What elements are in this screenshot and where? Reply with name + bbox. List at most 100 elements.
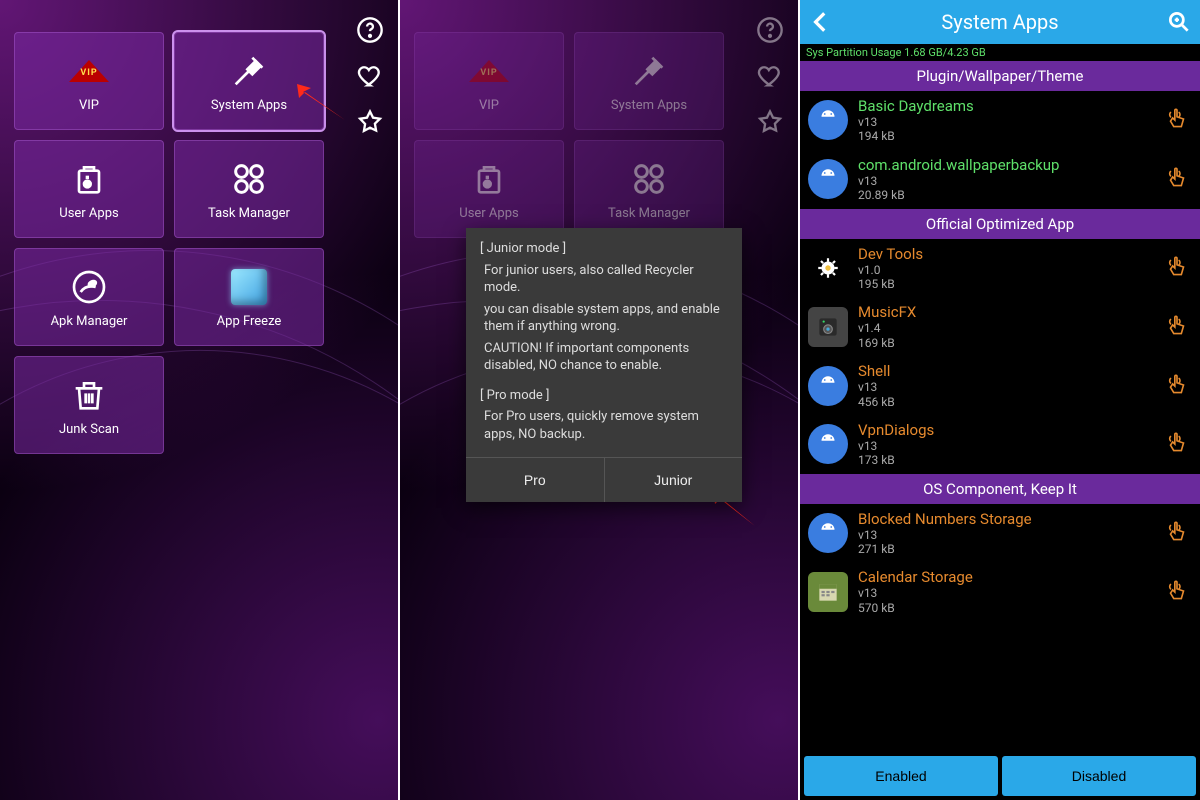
app-name: Basic Daydreams (858, 97, 1154, 115)
tile-apk-manager[interactable]: Apk Manager (14, 248, 164, 346)
vip-icon: VIP (468, 50, 510, 92)
home-tiles-dimmed: VIP VIP System Apps User Apps Task Manag… (414, 32, 734, 238)
dialog-text: you can disable system apps, and enable … (480, 301, 728, 336)
app-size: 173 kB (858, 453, 1154, 467)
junior-button[interactable]: Junior (604, 458, 743, 502)
topbar: System Apps (800, 0, 1200, 44)
dialog-text: For Pro users, quickly remove system app… (480, 408, 728, 443)
trash-icon (68, 374, 110, 416)
dialog-text: CAUTION! If important components disable… (480, 340, 728, 375)
vip-icon: VIP (68, 50, 110, 92)
panel-mode-dialog: VIP VIP System Apps User Apps Task Manag… (400, 0, 800, 800)
heart-icon[interactable] (354, 60, 386, 92)
tile-vip: VIP VIP (414, 32, 564, 130)
app-name: com.android.wallpaperbackup (858, 156, 1154, 174)
android-icon (808, 159, 848, 199)
app-row[interactable]: MusicFX v1.4 169 kB (800, 297, 1200, 356)
app-size: 271 kB (858, 542, 1154, 556)
tap-icon (1164, 254, 1192, 282)
dialog-junior-title: [ Junior mode ] (480, 240, 728, 258)
app-row[interactable]: com.android.wallpaperbackup v13 20.89 kB (800, 150, 1200, 209)
star-icon[interactable] (354, 106, 386, 138)
tile-task-manager: Task Manager (574, 140, 724, 238)
freeze-icon (228, 266, 270, 308)
app-row[interactable]: Dev Tools v1.0 195 kB (800, 239, 1200, 298)
tile-label: System Apps (211, 98, 287, 113)
user-apps-icon (68, 158, 110, 200)
tile-label: System Apps (611, 98, 687, 113)
search-icon[interactable] (1166, 9, 1192, 35)
tile-task-manager[interactable]: Task Manager (174, 140, 324, 238)
tile-label: Task Manager (208, 206, 290, 221)
tile-label: User Apps (459, 206, 518, 221)
app-size: 570 kB (858, 601, 1154, 615)
heart-icon[interactable] (754, 60, 786, 92)
hammer-icon (628, 50, 670, 92)
app-row[interactable]: VpnDialogs v13 173 kB (800, 415, 1200, 474)
tap-icon (1164, 519, 1192, 547)
android-icon (808, 100, 848, 140)
musicfx-icon (808, 307, 848, 347)
tile-system-apps: System Apps (574, 32, 724, 130)
tile-label: Junk Scan (59, 422, 119, 437)
user-apps-icon (468, 158, 510, 200)
side-icon-column (750, 14, 790, 138)
apk-manager-icon (68, 266, 110, 308)
tile-vip[interactable]: VIP VIP (14, 32, 164, 130)
mode-dialog: [ Junior mode ] For junior users, also c… (466, 228, 742, 502)
section-os: OS Component, Keep It (800, 474, 1200, 504)
panel-home: VIP VIP System Apps User Apps (0, 0, 400, 800)
tab-enabled[interactable]: Enabled (804, 756, 998, 796)
tile-label: User Apps (59, 206, 118, 221)
tap-icon (1164, 372, 1192, 400)
dialog-text: For junior users, also called Recycler m… (480, 262, 728, 297)
app-size: 456 kB (858, 395, 1154, 409)
task-manager-icon (628, 158, 670, 200)
app-name: Dev Tools (858, 245, 1154, 263)
app-version: v13 (858, 528, 1154, 542)
android-icon (808, 366, 848, 406)
app-size: 194 kB (858, 129, 1154, 143)
app-version: v1.0 (858, 263, 1154, 277)
pro-button[interactable]: Pro (466, 458, 604, 502)
hammer-icon (228, 50, 270, 92)
tile-label: App Freeze (217, 314, 282, 329)
tap-icon (1164, 430, 1192, 458)
app-row[interactable]: Shell v13 456 kB (800, 356, 1200, 415)
tab-disabled[interactable]: Disabled (1002, 756, 1196, 796)
tile-label: VIP (79, 98, 99, 113)
app-version: v13 (858, 174, 1154, 188)
app-version: v13 (858, 439, 1154, 453)
app-list: Plugin/Wallpaper/Theme Basic Daydreams v… (800, 61, 1200, 752)
app-row[interactable]: Calendar Storage v13 570 kB (800, 562, 1200, 621)
app-name: Calendar Storage (858, 568, 1154, 586)
app-size: 20.89 kB (858, 188, 1154, 202)
annotation-arrow (285, 78, 355, 132)
tile-junk-scan[interactable]: Junk Scan (14, 356, 164, 454)
app-name: MusicFX (858, 303, 1154, 321)
app-row[interactable]: Basic Daydreams v13 194 kB (800, 91, 1200, 150)
tile-app-freeze[interactable]: App Freeze (174, 248, 324, 346)
tile-label: Apk Manager (51, 314, 128, 329)
app-name: Shell (858, 362, 1154, 380)
star-icon[interactable] (754, 106, 786, 138)
devtools-icon (808, 248, 848, 288)
app-version: v13 (858, 586, 1154, 600)
panel-system-apps-list: System Apps Sys Partition Usage 1.68 GB/… (800, 0, 1200, 800)
side-icon-column (350, 14, 390, 138)
app-name: Blocked Numbers Storage (858, 510, 1154, 528)
back-icon[interactable] (808, 9, 834, 35)
partition-usage: Sys Partition Usage 1.68 GB/4.23 GB (800, 44, 1200, 61)
app-size: 195 kB (858, 277, 1154, 291)
app-row[interactable]: Blocked Numbers Storage v13 271 kB (800, 504, 1200, 563)
tile-user-apps[interactable]: User Apps (14, 140, 164, 238)
app-size: 169 kB (858, 336, 1154, 350)
app-name: VpnDialogs (858, 421, 1154, 439)
help-icon[interactable] (354, 14, 386, 46)
help-icon[interactable] (754, 14, 786, 46)
android-icon (808, 424, 848, 464)
app-version: v13 (858, 115, 1154, 129)
tap-icon (1164, 106, 1192, 134)
calendar-icon (808, 572, 848, 612)
app-version: v1.4 (858, 321, 1154, 335)
